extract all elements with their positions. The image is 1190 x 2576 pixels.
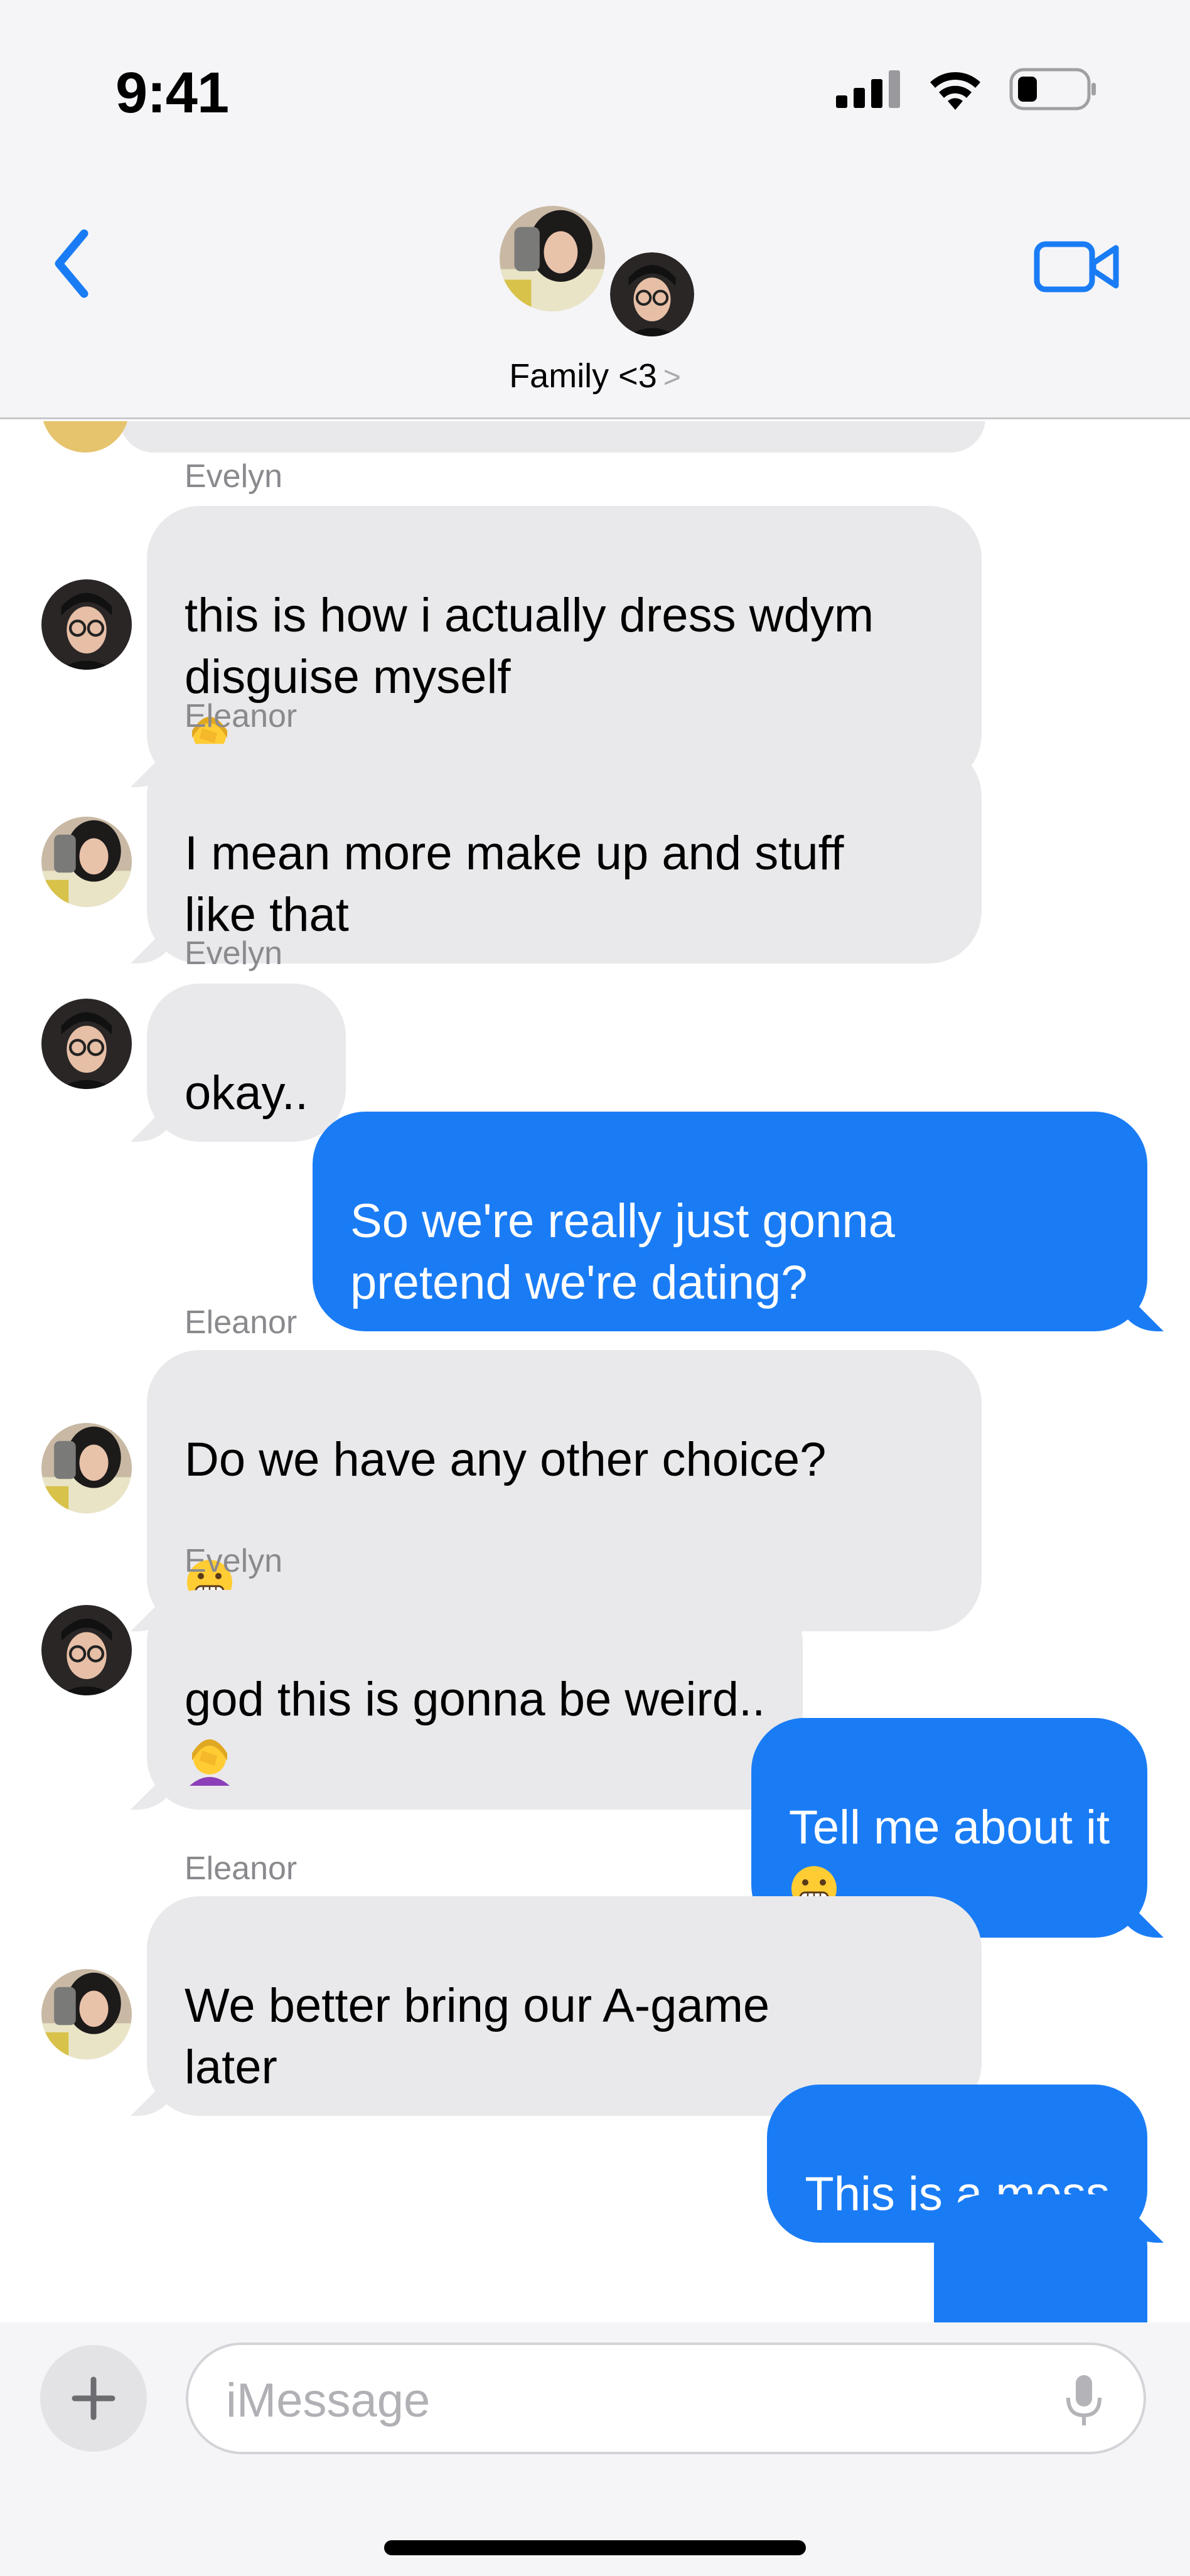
message-text: Tell me about it xyxy=(788,1801,1110,1854)
message-text: We better bring our A-game later xyxy=(185,1979,770,2094)
status-time: 9:41 xyxy=(115,61,229,125)
message-list[interactable]: Evelyn this is how i actually dress wdym… xyxy=(0,421,1190,2323)
group-name: Family <3 xyxy=(509,357,657,395)
message-bubble[interactable]: Do we have any other choice? xyxy=(147,1350,982,1631)
avatar-eleanor xyxy=(500,206,605,311)
message-text: god this is gonna be weird.. xyxy=(185,1673,766,1726)
back-button[interactable] xyxy=(48,226,98,301)
sender-name: Eleanor xyxy=(185,1850,298,1887)
message-field[interactable] xyxy=(186,2343,1146,2454)
sender-name: Evelyn xyxy=(185,935,283,972)
message-text: okay.. xyxy=(185,1066,309,1120)
message-text: Do we have any other choice? xyxy=(185,1433,827,1486)
back-chevron-icon xyxy=(55,229,88,298)
message-bubble-sent[interactable] xyxy=(934,2194,1147,2323)
avatar-eleanor xyxy=(41,817,132,907)
message-text: So we're really just gonna pretend we're… xyxy=(350,1194,895,1309)
avatar-evelyn xyxy=(41,579,132,670)
sender-name: Eleanor xyxy=(185,1304,298,1341)
previous-avatar xyxy=(41,421,129,453)
wifi-icon xyxy=(930,72,980,110)
message-text: this is how i actually dress wdym disgui… xyxy=(185,589,874,704)
dictation-button[interactable] xyxy=(1062,2373,1106,2429)
message-bubble[interactable]: I mean more make up and stuff like that xyxy=(147,744,982,963)
apps-plus-button[interactable] xyxy=(40,2345,147,2452)
avatar-eleanor xyxy=(41,1423,132,1513)
chevron-right-icon: > xyxy=(663,361,681,394)
battery-icon xyxy=(1009,68,1096,110)
message-bubble[interactable]: okay.. xyxy=(147,984,346,1142)
avatar-evelyn xyxy=(41,999,132,1089)
sender-name: Eleanor xyxy=(185,698,298,734)
facepalm-woman-icon xyxy=(190,1739,230,1786)
group-title[interactable]: Family <3 > xyxy=(0,357,1190,395)
message-bubble[interactable]: We better bring our A-game later xyxy=(147,1896,982,2116)
avatar-evelyn xyxy=(606,249,698,340)
cellular-signal-icon xyxy=(836,70,900,108)
group-avatar[interactable] xyxy=(500,206,700,344)
avatar-eleanor xyxy=(41,1969,132,2059)
conversation-header: 9:41 Family <3 > xyxy=(0,0,1190,419)
message-bubble-sent[interactable]: So we're really just gonna pretend we're… xyxy=(313,1112,1147,1331)
message-input[interactable] xyxy=(226,2370,1029,2430)
avatar-evelyn xyxy=(41,1605,132,1695)
sender-name: Evelyn xyxy=(185,458,283,495)
video-camera-icon xyxy=(1034,241,1119,292)
facetime-button[interactable] xyxy=(1033,235,1121,298)
message-text: I mean more make up and stuff like that xyxy=(185,827,844,942)
status-icons xyxy=(836,64,1097,114)
previous-message-bubble xyxy=(119,421,985,453)
compose-bar xyxy=(0,2322,1190,2576)
sender-name: Evelyn xyxy=(185,1543,283,1579)
plus-icon xyxy=(72,2376,115,2420)
message-bubble[interactable]: god this is gonna be weird.. xyxy=(147,1590,803,1810)
home-indicator[interactable] xyxy=(384,2540,806,2555)
microphone-icon xyxy=(1066,2375,1102,2425)
